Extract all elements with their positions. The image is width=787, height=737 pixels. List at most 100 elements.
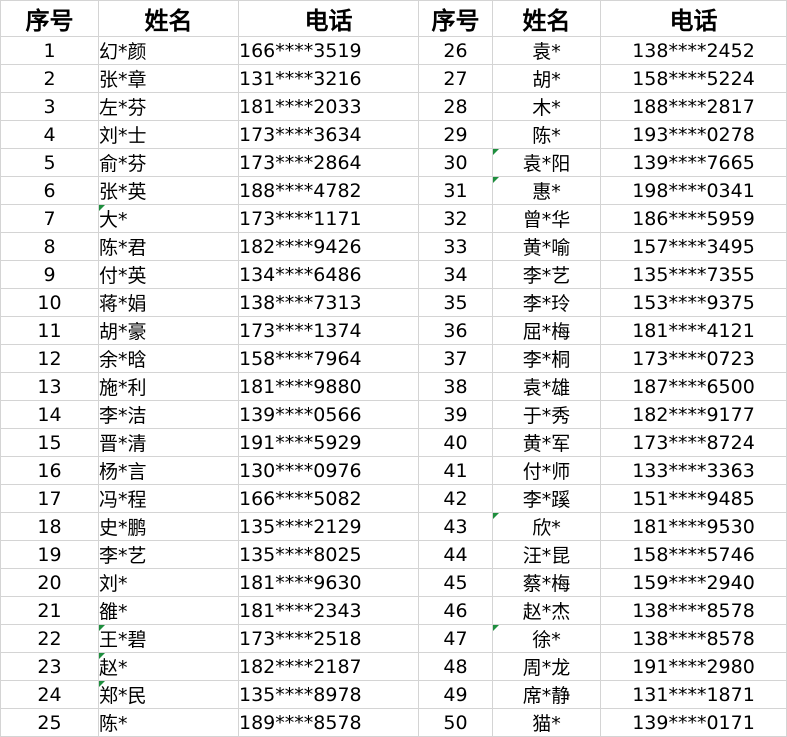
cell-phone[interactable]: 181****2033 xyxy=(238,92,419,121)
cell-phone[interactable]: 158****7964 xyxy=(238,344,419,373)
cell-name[interactable]: 刘* xyxy=(98,568,239,597)
cell-phone[interactable]: 173****8724 xyxy=(600,428,787,457)
cell-phone[interactable]: 139****0171 xyxy=(600,708,787,737)
cell-phone[interactable]: 138****8578 xyxy=(600,624,787,653)
cell-seq[interactable]: 9 xyxy=(0,260,99,289)
cell-name[interactable]: 蒋*娟 xyxy=(98,288,239,317)
cell-seq[interactable]: 29 xyxy=(418,120,493,149)
cell-name[interactable]: 徐* xyxy=(492,624,601,653)
cell-phone[interactable]: 173****0723 xyxy=(600,344,787,373)
cell-name[interactable]: 刘*士 xyxy=(98,120,239,149)
cell-phone[interactable]: 181****9530 xyxy=(600,512,787,541)
cell-seq[interactable]: 50 xyxy=(418,708,493,737)
cell-name[interactable]: 冯*程 xyxy=(98,484,239,513)
cell-name[interactable]: 黄*军 xyxy=(492,428,601,457)
cell-seq[interactable]: 48 xyxy=(418,652,493,681)
cell-name[interactable]: 蔡*梅 xyxy=(492,568,601,597)
header-seq-right[interactable]: 序号 xyxy=(418,0,493,37)
cell-name[interactable]: 付*英 xyxy=(98,260,239,289)
cell-phone[interactable]: 138****7313 xyxy=(238,288,419,317)
cell-name[interactable]: 李*玲 xyxy=(492,288,601,317)
cell-seq[interactable]: 49 xyxy=(418,680,493,709)
cell-name[interactable]: 木* xyxy=(492,92,601,121)
header-name-left[interactable]: 姓名 xyxy=(98,0,239,37)
cell-seq[interactable]: 44 xyxy=(418,540,493,569)
cell-name[interactable]: 施*利 xyxy=(98,372,239,401)
cell-seq[interactable]: 16 xyxy=(0,456,99,485)
cell-name[interactable]: 席*静 xyxy=(492,680,601,709)
cell-phone[interactable]: 159****2940 xyxy=(600,568,787,597)
cell-phone[interactable]: 166****5082 xyxy=(238,484,419,513)
cell-phone[interactable]: 133****3363 xyxy=(600,456,787,485)
cell-name[interactable]: 汪*昆 xyxy=(492,540,601,569)
cell-name[interactable]: 大* xyxy=(98,204,239,233)
cell-phone[interactable]: 166****3519 xyxy=(238,36,419,65)
cell-name[interactable]: 付*师 xyxy=(492,456,601,485)
cell-seq[interactable]: 13 xyxy=(0,372,99,401)
cell-seq[interactable]: 47 xyxy=(418,624,493,653)
cell-seq[interactable]: 39 xyxy=(418,400,493,429)
cell-seq[interactable]: 8 xyxy=(0,232,99,261)
cell-phone[interactable]: 151****9485 xyxy=(600,484,787,513)
cell-seq[interactable]: 12 xyxy=(0,344,99,373)
cell-seq[interactable]: 34 xyxy=(418,260,493,289)
cell-seq[interactable]: 5 xyxy=(0,148,99,177)
cell-phone[interactable]: 191****5929 xyxy=(238,428,419,457)
cell-seq[interactable]: 26 xyxy=(418,36,493,65)
cell-name[interactable]: 陈* xyxy=(492,120,601,149)
cell-phone[interactable]: 135****2129 xyxy=(238,512,419,541)
cell-seq[interactable]: 46 xyxy=(418,596,493,625)
cell-seq[interactable]: 7 xyxy=(0,204,99,233)
header-seq-left[interactable]: 序号 xyxy=(0,0,99,37)
cell-phone[interactable]: 139****0566 xyxy=(238,400,419,429)
cell-seq[interactable]: 15 xyxy=(0,428,99,457)
cell-seq[interactable]: 6 xyxy=(0,176,99,205)
cell-phone[interactable]: 193****0278 xyxy=(600,120,787,149)
cell-phone[interactable]: 182****9426 xyxy=(238,232,419,261)
cell-seq[interactable]: 3 xyxy=(0,92,99,121)
cell-name[interactable]: 屈*梅 xyxy=(492,316,601,345)
cell-phone[interactable]: 131****1871 xyxy=(600,680,787,709)
cell-name[interactable]: 猫* xyxy=(492,708,601,737)
cell-phone[interactable]: 158****5224 xyxy=(600,64,787,93)
cell-phone[interactable]: 181****9630 xyxy=(238,568,419,597)
cell-phone[interactable]: 135****8978 xyxy=(238,680,419,709)
cell-name[interactable]: 李*洁 xyxy=(98,400,239,429)
cell-phone[interactable]: 134****6486 xyxy=(238,260,419,289)
cell-phone[interactable]: 139****7665 xyxy=(600,148,787,177)
cell-seq[interactable]: 23 xyxy=(0,652,99,681)
cell-phone[interactable]: 173****2518 xyxy=(238,624,419,653)
cell-phone[interactable]: 186****5959 xyxy=(600,204,787,233)
cell-name[interactable]: 李*艺 xyxy=(98,540,239,569)
cell-name[interactable]: 杨*言 xyxy=(98,456,239,485)
cell-phone[interactable]: 189****8578 xyxy=(238,708,419,737)
cell-seq[interactable]: 17 xyxy=(0,484,99,513)
cell-seq[interactable]: 43 xyxy=(418,512,493,541)
cell-name[interactable]: 陈*君 xyxy=(98,232,239,261)
cell-seq[interactable]: 35 xyxy=(418,288,493,317)
cell-name[interactable]: 赵*杰 xyxy=(492,596,601,625)
cell-seq[interactable]: 2 xyxy=(0,64,99,93)
cell-name[interactable]: 晋*清 xyxy=(98,428,239,457)
cell-seq[interactable]: 42 xyxy=(418,484,493,513)
cell-name[interactable]: 左*芬 xyxy=(98,92,239,121)
cell-seq[interactable]: 40 xyxy=(418,428,493,457)
cell-name[interactable]: 幻*颜 xyxy=(98,36,239,65)
cell-name[interactable]: 袁*雄 xyxy=(492,372,601,401)
cell-phone[interactable]: 173****1171 xyxy=(238,204,419,233)
cell-seq[interactable]: 25 xyxy=(0,708,99,737)
cell-name[interactable]: 余*晗 xyxy=(98,344,239,373)
cell-seq[interactable]: 31 xyxy=(418,176,493,205)
cell-seq[interactable]: 41 xyxy=(418,456,493,485)
cell-phone[interactable]: 188****4782 xyxy=(238,176,419,205)
cell-seq[interactable]: 19 xyxy=(0,540,99,569)
cell-seq[interactable]: 14 xyxy=(0,400,99,429)
cell-seq[interactable]: 1 xyxy=(0,36,99,65)
cell-phone[interactable]: 173****2864 xyxy=(238,148,419,177)
cell-phone[interactable]: 188****2817 xyxy=(600,92,787,121)
cell-name[interactable]: 雒* xyxy=(98,596,239,625)
cell-name[interactable]: 惠* xyxy=(492,176,601,205)
cell-phone[interactable]: 173****1374 xyxy=(238,316,419,345)
cell-name[interactable]: 俞*芬 xyxy=(98,148,239,177)
cell-seq[interactable]: 27 xyxy=(418,64,493,93)
